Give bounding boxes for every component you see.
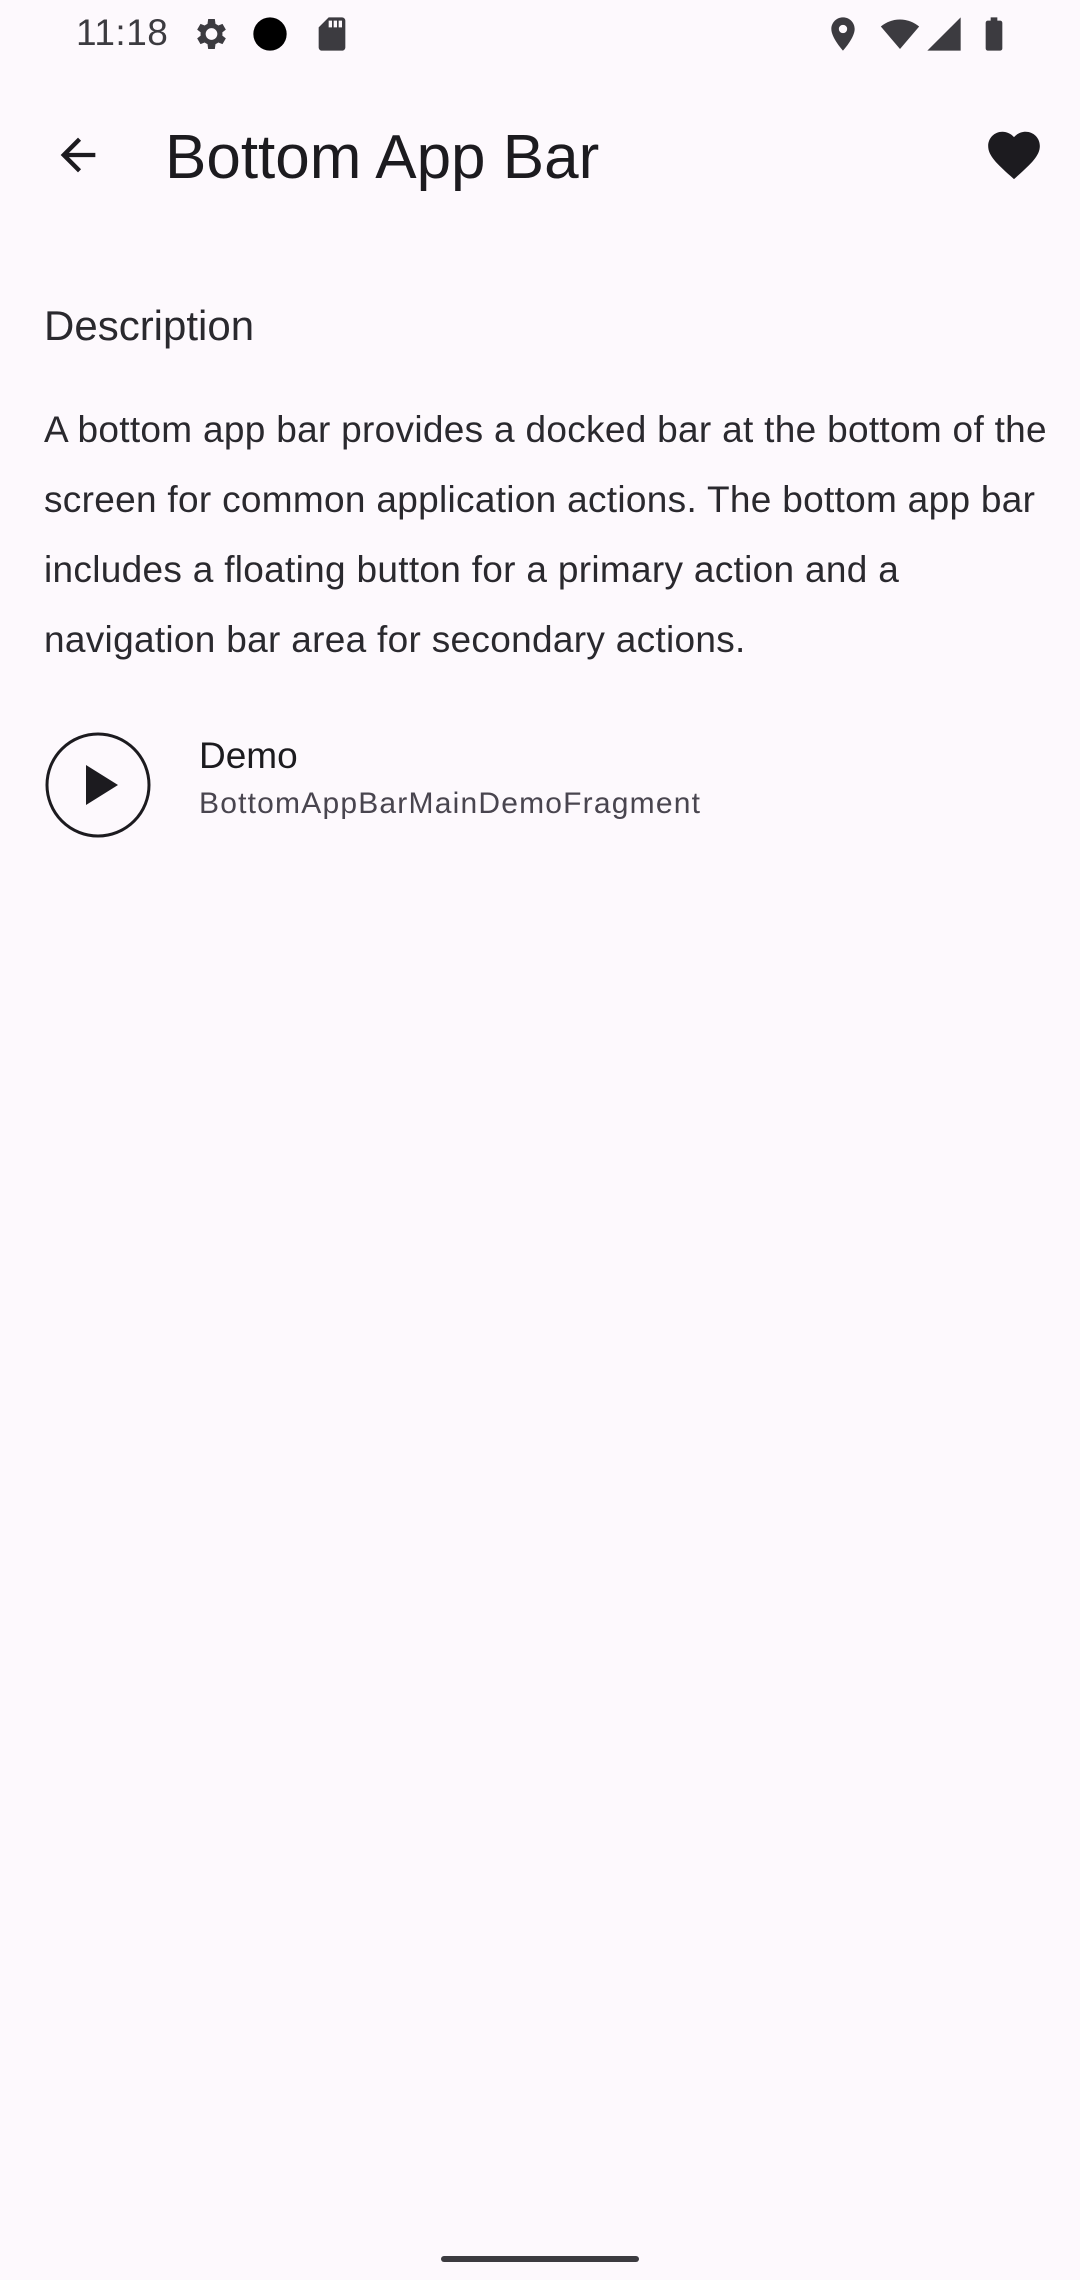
status-time: 11:18	[76, 12, 169, 53]
back-button[interactable]	[40, 117, 116, 193]
demo-subtitle: BottomAppBarMainDemoFragment	[199, 787, 702, 820]
demo-title: Demo	[199, 735, 298, 776]
favorite-button[interactable]	[976, 117, 1052, 193]
page-title: Bottom App Bar	[165, 123, 600, 192]
location-icon	[831, 17, 855, 51]
section-heading: Description	[44, 302, 255, 349]
arrow-back-icon	[60, 137, 96, 173]
description-text: A bottom app bar provides a docked bar a…	[44, 409, 1047, 660]
status-bar: 11:18	[0, 0, 1080, 70]
gesture-nav-handle[interactable]	[441, 2256, 639, 2262]
battery-icon	[985, 17, 1003, 51]
dot-icon	[253, 17, 287, 51]
signal-icon	[927, 17, 961, 51]
gear-icon	[197, 19, 226, 49]
sd-card-icon	[318, 17, 346, 51]
top-app-bar: Bottom App Bar	[0, 100, 1080, 210]
play-circle-icon	[45, 732, 151, 838]
demo-list-item[interactable]: Demo BottomAppBarMainDemoFragment	[0, 715, 1080, 855]
wifi-icon	[880, 19, 920, 49]
heart-icon	[988, 131, 1040, 180]
